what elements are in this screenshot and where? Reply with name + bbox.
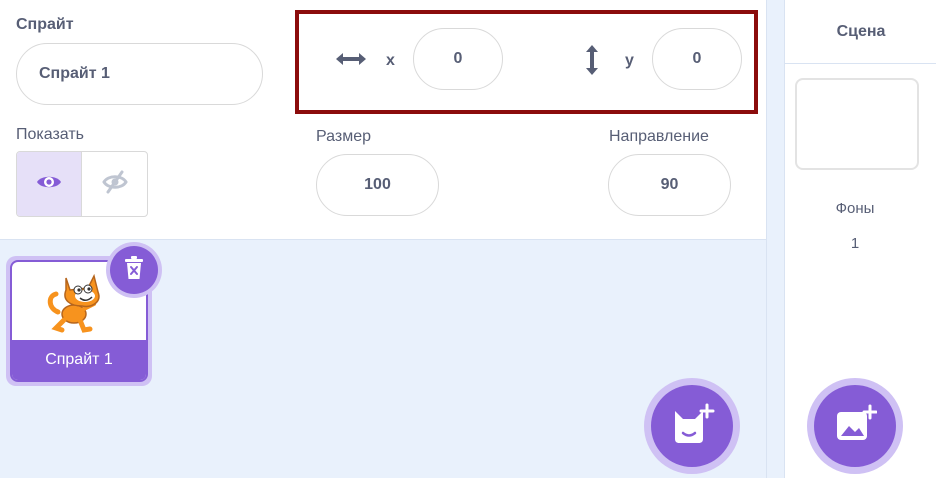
eye-slash-icon bbox=[101, 170, 128, 199]
eye-icon bbox=[36, 173, 62, 196]
trash-icon bbox=[123, 255, 145, 285]
y-position-input[interactable]: 0 bbox=[652, 28, 742, 90]
stage-header: Сцена bbox=[785, 0, 936, 64]
sprite-tile-name: Спрайт 1 bbox=[12, 340, 146, 380]
add-backdrop-icon bbox=[833, 404, 878, 449]
direction-input[interactable]: 90 bbox=[608, 154, 731, 216]
backdrops-count: 1 bbox=[850, 235, 860, 252]
y-position-value: 0 bbox=[692, 50, 702, 67]
backdrops-label: Фоны bbox=[835, 200, 875, 217]
sprite-name-value: Спрайт 1 bbox=[39, 65, 110, 82]
x-position-input[interactable]: 0 bbox=[413, 28, 503, 90]
add-sprite-cat-icon bbox=[669, 403, 715, 450]
cat-sprite-icon bbox=[47, 273, 100, 333]
show-button[interactable] bbox=[17, 152, 82, 216]
sprite-info-panel: Спрайт Спрайт 1 x 0 y 0 Показать Размер … bbox=[0, 0, 766, 240]
sprite-name-input[interactable]: Спрайт 1 bbox=[16, 43, 263, 105]
direction-label: Направление bbox=[609, 128, 709, 145]
panel-divider bbox=[766, 0, 784, 478]
add-sprite-button[interactable] bbox=[644, 378, 740, 474]
add-sprite-button-core bbox=[651, 385, 733, 467]
add-backdrop-button[interactable] bbox=[807, 378, 903, 474]
direction-value: 90 bbox=[660, 176, 679, 193]
vertical-arrows-icon bbox=[585, 44, 599, 76]
show-label: Показать bbox=[16, 126, 85, 143]
visibility-toggle bbox=[16, 151, 148, 217]
sprite-label: Спрайт bbox=[16, 16, 74, 33]
x-label: x bbox=[386, 52, 395, 69]
y-label: y bbox=[625, 52, 634, 69]
size-value: 100 bbox=[364, 176, 391, 193]
x-position-value: 0 bbox=[453, 50, 463, 67]
hide-button[interactable] bbox=[82, 152, 147, 216]
stage-panel[interactable]: Сцена Фоны 1 bbox=[784, 0, 936, 478]
size-label: Размер bbox=[316, 128, 371, 145]
size-input[interactable]: 100 bbox=[316, 154, 439, 216]
horizontal-arrows-icon bbox=[335, 52, 367, 66]
sprite-pane: Спрайт Спрайт 1 x 0 y 0 Показать Размер … bbox=[0, 0, 936, 478]
add-backdrop-button-core bbox=[814, 385, 896, 467]
delete-sprite-button[interactable] bbox=[106, 242, 162, 298]
stage-thumbnail[interactable] bbox=[795, 78, 919, 170]
delete-button-core bbox=[110, 246, 158, 294]
